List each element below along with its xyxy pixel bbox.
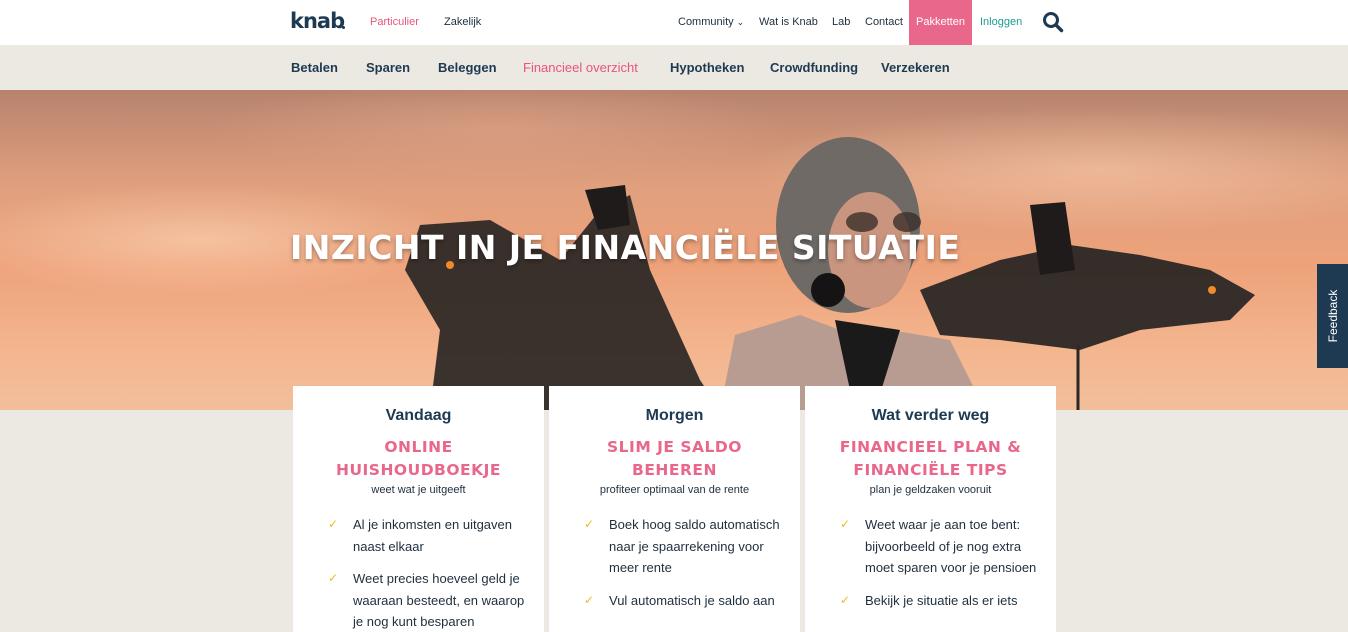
tab-betalen[interactable]: Betalen [291,60,338,75]
card-title-line: BEHEREN [632,461,717,479]
feedback-tab[interactable]: Feedback [1317,264,1348,368]
nav-lab[interactable]: Lab [832,16,850,28]
card-title: SLIM JE SALDO BEHEREN [559,436,790,482]
community-menu[interactable]: Community ⌄ [678,16,744,28]
segment-zakelijk[interactable]: Zakelijk [444,16,481,28]
feedback-label: Feedback [1325,289,1340,343]
main-nav: Betalen Sparen Beleggen Financieel overz… [0,45,1348,90]
list-item: ✓ Vul automatisch je saldo aan [584,590,784,612]
check-icon: ✓ [840,592,851,607]
tab-hypotheken[interactable]: Hypotheken [670,60,744,75]
bullet-text: Al je inkomsten en uitgaven naast elkaar [353,517,512,554]
community-label: Community [678,16,734,28]
card-when: Vandaag [385,407,452,424]
bullet-text: Weet waar je aan toe bent: bijvoorbeeld … [865,517,1037,575]
list-item: ✓ Boek hoog saldo automatisch naar je spa… [584,514,784,579]
tab-beleggen[interactable]: Beleggen [438,60,497,75]
check-icon: ✓ [328,517,339,531]
card-subtitle: weet wat je uitgeeft [371,484,466,496]
tab-verzekeren[interactable]: Verzekeren [881,60,950,75]
bullet-text: Weet precies hoeveel geld je waaraan bes… [353,571,525,629]
card-title-line: SLIM JE SALDO [607,438,742,456]
top-bar: knab Particulier Zakelijk Community ⌄ Wat… [0,0,1348,45]
card-bullets: ✓ Boek hoog saldo automatisch naar je spa… [584,514,784,622]
tab-sparen[interactable]: Sparen [366,60,410,75]
list-item: ✓ Al je inkomsten en uitgaven naast elkaa… [328,514,528,557]
logo-dot [342,26,345,29]
tab-crowdfunding[interactable]: Crowdfunding [770,60,858,75]
card-morgen: Morgen SLIM JE SALDO BEHEREN profiteer o… [549,386,800,632]
list-item: ✓ Weet waar je aan toe bent: bijvoorbeeld… [840,514,1040,579]
card-wat-verder-weg: Wat verder weg FINANCIEEL PLAN & FINANCI… [805,386,1056,632]
bullet-text: Boek hoog saldo automatisch naar je spaa… [609,517,780,575]
card-when: Wat verder weg [871,407,990,424]
knab-logo[interactable]: knab [290,9,345,33]
card-bullets: ✓ Weet waar je aan toe bent: bijvoorbeeld… [840,514,1040,622]
hero-banner: INZICHT IN JE FINANCIËLE SITUATIE [0,90,1348,410]
inloggen-link[interactable]: Inloggen [980,16,1022,28]
segment-particulier[interactable]: Particulier [370,16,419,28]
search-icon[interactable] [1042,11,1064,33]
bullet-text: Vul automatisch je saldo aan [609,592,775,608]
check-icon: ✓ [584,592,595,607]
card-subtitle: plan je geldzaken vooruit [869,484,992,496]
card-title-line: FINANCIËLE TIPS [853,461,1008,479]
card-vandaag: Vandaag ONLINE HUISHOUDBOEKJE weet wat j… [293,386,544,632]
check-icon: ✓ [840,517,851,531]
tab-financieel-overzicht[interactable]: Financieel overzicht [523,60,638,75]
active-tab-indicator [573,84,587,90]
card-when: Morgen [645,407,704,424]
bullet-text: Bekijk je situatie als er iets [865,592,1018,608]
card-title-line: HUISHOUDBOEKJE [335,461,502,479]
nav-wat-is-knab[interactable]: Wat is Knab [759,16,818,28]
card-title-line: ONLINE [384,438,453,456]
hero-title: INZICHT IN JE FINANCIËLE SITUATIE [290,228,961,267]
list-item: ✓ Bekijk je situatie als er iets [840,590,1040,612]
list-item: ✓ Weet precies hoeveel geld je waaraan be… [328,568,528,632]
card-bullets: ✓ Al je inkomsten en uitgaven naast elkaa… [328,514,528,632]
check-icon: ✓ [584,517,595,531]
check-icon: ✓ [328,571,339,585]
card-title: FINANCIEEL PLAN & FINANCIËLE TIPS [815,436,1046,482]
card-title-line: FINANCIEEL PLAN & [839,438,1022,456]
card-subtitle: profiteer optimaal van de rente [599,484,750,496]
chevron-down-icon: ⌄ [736,17,745,27]
pakketten-button[interactable]: Pakketten [909,0,972,45]
card-title: ONLINE HUISHOUDBOEKJE [303,436,534,482]
nav-contact[interactable]: Contact [865,16,903,28]
